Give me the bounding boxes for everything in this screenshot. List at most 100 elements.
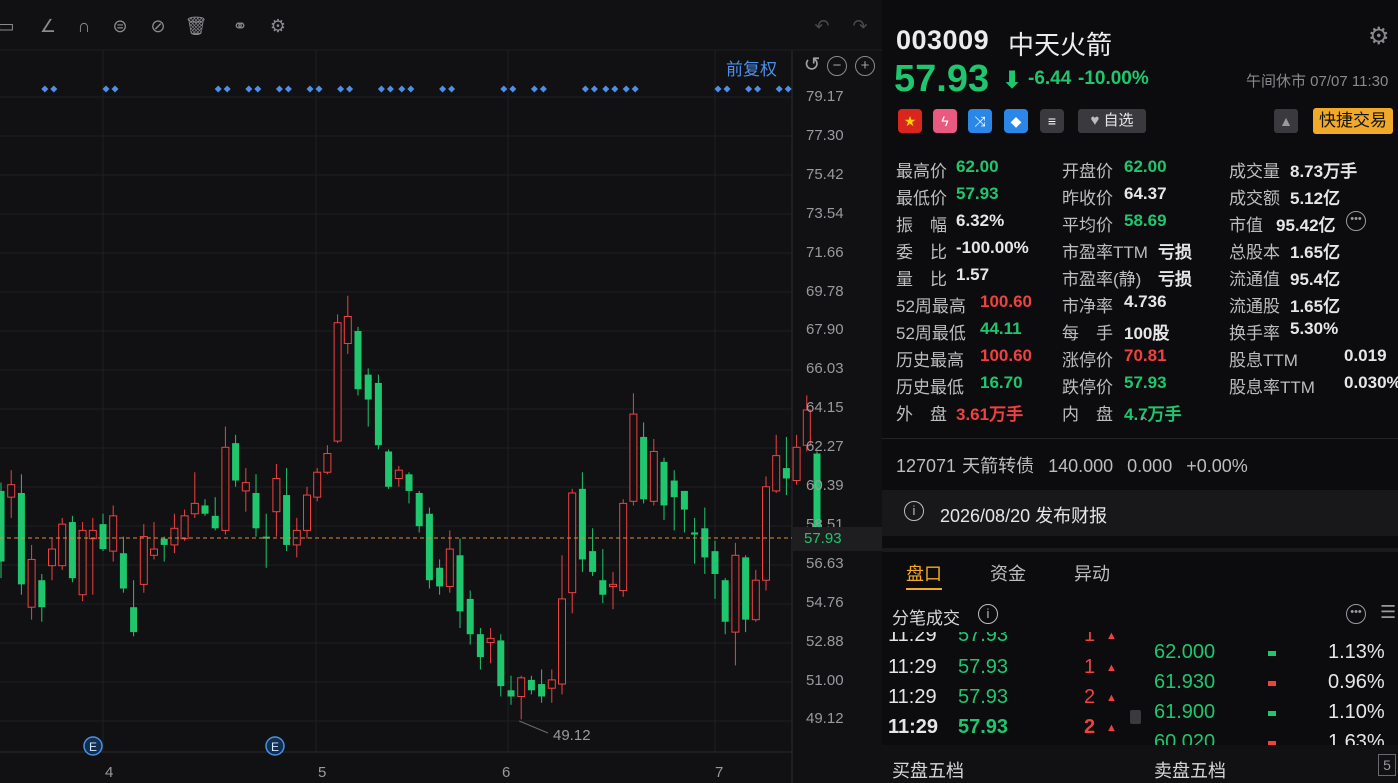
candle-body [680,490,688,510]
quote-label: 市值 [1229,216,1263,235]
candle-body [568,492,577,594]
plot-background [0,0,792,783]
price-tick-label: 71.66 [806,243,844,261]
news-icon[interactable]: ≡ [1040,109,1064,133]
candle-body [201,505,209,514]
price-tick-label: 77.30 [806,126,844,144]
kline-chart[interactable]: EE [0,0,882,783]
depth-toggle-button[interactable]: 5 [1378,754,1396,776]
up-triangle-icon: ▲ [1106,692,1117,704]
pen-icon[interactable]: ∠ [36,14,60,38]
convertible-bond-row[interactable]: 127071 天箭转债 140.000 0.000 +0.00% [896,452,1262,478]
shuffle-icon[interactable]: ⤨ [968,109,992,133]
quote-value: 64.37 [1124,184,1167,203]
trade-volume: 1 [1084,656,1096,678]
level-price: 62.000 [1154,641,1216,663]
level-pct: 1.13% [1328,641,1385,663]
price-tick-label: 54.76 [806,593,844,611]
lightning-icon[interactable]: ϟ [933,109,957,133]
candle-body [609,583,617,587]
candle-body [507,690,515,697]
candle-body [466,598,474,635]
candle-body [721,580,729,622]
quote-value: 1.65亿 [1290,297,1341,316]
buy-five-label[interactable]: 买盘五档 [892,757,964,783]
quote-value: 0.019 [1344,346,1387,365]
trade-price: 57.93 [958,686,1009,708]
quote-label: 流通股 [1229,297,1280,316]
quote-value: 100.60 [980,346,1032,365]
quote-label: 流通值 [1229,270,1280,289]
quote-label: 涨停价 [1062,351,1113,370]
more-icon[interactable]: ••• [1346,211,1366,231]
level-pct: 1.10% [1328,701,1385,723]
candle-body [0,490,5,562]
earnings-badge-text: E [271,740,279,754]
quote-label: 委 比 [896,243,947,262]
adjust-mode-button[interactable]: 前复权 [726,55,777,80]
candle-body [160,538,168,545]
bell-icon[interactable]: ▲ [1274,109,1298,133]
quote-label: 平均价 [1062,216,1113,235]
zoom-out-icon[interactable]: − [827,56,847,76]
magnet-icon[interactable]: ∩ [72,14,96,38]
cn-flag-icon[interactable]: ★ [898,109,922,133]
tag-icon[interactable]: ◆ [1004,109,1028,133]
candle-body [558,598,566,685]
candle-body [772,455,781,492]
ruler-icon[interactable]: ⊜ [108,14,132,38]
redo-icon[interactable]: ↷ [848,14,872,38]
reset-icon[interactable]: ↺ [802,55,822,76]
candle-body [221,446,230,531]
info-icon[interactable]: i [978,604,998,624]
down-arrow-icon: ⬇ [1002,67,1023,94]
candle-body [619,502,628,592]
quote-label: 跌停价 [1062,378,1113,397]
quote-value: 58.69 [1124,211,1167,230]
date-tick-label: 4 [105,764,114,781]
settings-icon[interactable]: ⚙ [266,14,290,38]
add-watchlist-button[interactable]: ♥ 自选 [1078,109,1146,133]
tab-0[interactable]: 盘口 [906,560,942,586]
more-icon[interactable]: ••• [1346,604,1366,624]
earnings-notice[interactable]: i 2026/08/20 发布财报 [882,490,1398,536]
list-icon[interactable]: ☰ [1380,602,1396,623]
quote-value: 4.7万手 [1124,405,1182,424]
trash-icon[interactable]: 🗑 [184,14,208,38]
quote-value: 62.00 [1124,157,1167,176]
quote-value: 8.73万手 [1290,162,1358,181]
scrollbar-handle[interactable] [1130,710,1141,724]
quote-panel: 003009 中天火箭 ⚙ 57.93 ⬇ -6.44 -10.00% 午间休市… [882,0,1398,783]
candle-body [68,522,76,579]
candle-body [38,580,46,608]
tab-2[interactable]: 异动 [1074,560,1110,586]
zoom-in-icon[interactable]: + [855,56,875,76]
price-tick-label: 52.88 [806,632,844,650]
gear-icon[interactable]: ⚙ [1368,22,1390,51]
trade-time: 11:29 [888,716,939,738]
price-tick-label: 66.03 [806,360,844,378]
candle-body [313,471,322,498]
quote-label: 内 盘 [1062,405,1113,424]
quote-label: 量 比 [896,270,947,289]
quote-value: 0.030% [1344,373,1398,392]
undo-icon[interactable]: ↶ [810,14,834,38]
candle-body [58,523,67,567]
link-icon[interactable]: ⚭ [228,14,252,38]
candle-body [660,461,668,506]
sell-five-label[interactable]: 卖盘五档 [1154,757,1226,783]
quick-trade-button[interactable]: 快捷交易 [1313,108,1393,134]
level-bar [1268,711,1276,716]
kline-chart-panel[interactable]: EE ▭ ∠ ∩ ⊜ ⊘ 🗑 ⚭ ⚙ ↶ ↷ 前复权 ↺ − + 79.17 77.30 75.42 7… [0,0,882,783]
candle-body [27,558,36,608]
tab-1[interactable]: 资金 [990,560,1026,586]
comment-icon[interactable]: ▭ [0,14,18,38]
candle-body [742,557,750,620]
chevron-up-icon[interactable]: ⌃ [1138,414,1150,431]
quote-label: 成交额 [1229,189,1280,208]
quote-label: 成交量 [1229,162,1280,181]
hide-icon[interactable]: ⊘ [146,14,170,38]
quote-value: 亏损 [1158,243,1192,262]
quote-label: 每 手 [1062,324,1113,343]
candle-body [7,484,16,498]
